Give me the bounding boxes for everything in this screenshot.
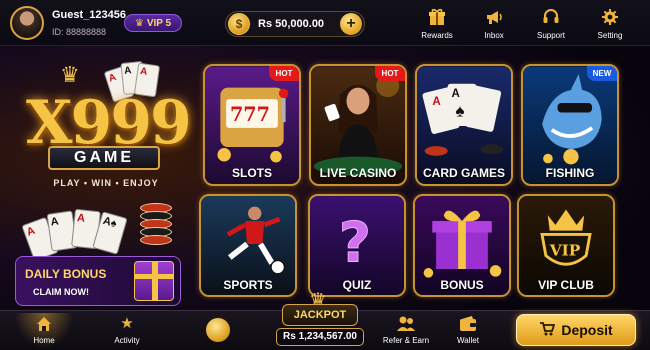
svg-text:♠: ♠	[455, 100, 464, 120]
username: Guest_123456	[52, 9, 126, 21]
jackpot-display[interactable]: ♛ JACKPOT Rs 1,234,567.00	[272, 290, 368, 348]
top-bar: Guest_123456 ID: 88888888 ♛ VIP 5 $ Rs 5…	[0, 0, 650, 46]
game-tile-slots[interactable]: 777 HOT SLOTS	[203, 64, 301, 186]
game-label-sports: SPORTS	[223, 278, 273, 292]
deposit-label: Deposit	[561, 322, 613, 338]
support-button[interactable]: Support	[526, 8, 576, 44]
daily-bonus-banner[interactable]: DAILY BONUS CLAIM NOW!	[15, 256, 181, 306]
balance-amount: Rs 50,000.00	[258, 18, 325, 30]
claim-now-label: CLAIM NOW!	[33, 287, 89, 297]
brand-logo: ♛ A A A X999 GAME PLAY • WIN • ENJOY A A…	[12, 58, 197, 262]
deposit-button[interactable]: Deposit	[516, 314, 636, 346]
vip-badge[interactable]: ♛ VIP 5	[124, 14, 182, 32]
avatar[interactable]	[10, 6, 44, 40]
cart-icon	[539, 321, 556, 340]
svg-text:A: A	[452, 88, 460, 100]
nav-activity[interactable]: ★ Activity	[97, 315, 157, 345]
game-tile-card-games[interactable]: A A ♠ CARD GAMES	[415, 64, 513, 186]
setting-button[interactable]: Setting	[585, 8, 635, 44]
hot-badge: HOT	[269, 66, 299, 81]
nav-refer-earn-label: Refer & Earn	[382, 336, 430, 345]
logo-subtitle: GAME	[48, 146, 160, 170]
megaphone-icon	[469, 8, 519, 28]
game-label-fishing: FISHING	[545, 166, 595, 180]
rewards-label: Rewards	[421, 31, 453, 40]
game-label-card-games: CARD GAMES	[422, 166, 505, 180]
hot-badge: HOT	[375, 66, 405, 81]
svg-text:777: 777	[230, 103, 270, 126]
jackpot-value: Rs 1,234,567.00	[276, 328, 364, 346]
svg-text:A: A	[432, 96, 440, 108]
wallet-icon	[438, 315, 498, 333]
new-badge: NEW	[587, 66, 617, 81]
cards-decoration-icon: A A A A♠	[21, 208, 137, 262]
gift-box-icon	[134, 261, 174, 301]
headset-icon	[526, 8, 576, 28]
nav-activity-label: Activity	[114, 336, 140, 345]
nav-wallet[interactable]: Wallet	[438, 315, 498, 345]
coin-icon[interactable]	[206, 318, 230, 342]
coin-icon: $	[228, 13, 250, 35]
app-screen: Guest_123456 ID: 88888888 ♛ VIP 5 $ Rs 5…	[0, 0, 650, 350]
logo-tagline: PLAY • WIN • ENJOY	[53, 178, 159, 188]
nav-wallet-label: Wallet	[457, 336, 479, 345]
game-tile-live-casino[interactable]: HOT LIVE CASINO	[309, 64, 407, 186]
game-tile-sports[interactable]: SPORTS	[199, 194, 297, 297]
vip-level: VIP 5	[146, 17, 172, 29]
crown-icon: ♛	[134, 17, 144, 29]
daily-bonus-title: DAILY BONUS	[25, 267, 107, 281]
user-id: ID: 88888888	[52, 27, 107, 37]
game-tile-fishing[interactable]: NEW FISHING	[521, 64, 619, 186]
inbox-button[interactable]: Inbox	[469, 8, 519, 44]
game-tile-quiz[interactable]: ? QUIZ	[308, 194, 406, 297]
game-label-live-casino: LIVE CASINO	[319, 166, 397, 180]
support-label: Support	[536, 31, 566, 40]
game-label-vip-club: VIP CLUB	[538, 278, 594, 292]
rewards-button[interactable]: Rewards	[412, 8, 462, 44]
balance-display: $ Rs 50,000.00 +	[225, 11, 365, 37]
svg-text:?: ?	[339, 210, 371, 275]
game-tile-bonus[interactable]: BONUS	[413, 194, 511, 297]
svg-text:VIP: VIP	[549, 242, 581, 260]
add-funds-button[interactable]: +	[340, 13, 362, 35]
setting-label: Setting	[597, 31, 623, 40]
home-icon	[14, 315, 74, 333]
users-icon	[376, 315, 436, 333]
jackpot-label: JACKPOT	[282, 304, 358, 326]
crown-icon: ♛	[60, 62, 80, 87]
gift-icon	[412, 8, 462, 28]
game-label-slots: SLOTS	[231, 166, 272, 180]
game-tile-vip-club[interactable]: VIP VIP CLUB	[517, 194, 615, 297]
nav-refer-earn[interactable]: Refer & Earn	[376, 315, 436, 345]
chips-decoration-icon	[132, 193, 180, 253]
gear-icon	[585, 8, 635, 28]
star-icon: ★	[120, 315, 134, 332]
nav-home-label: Home	[33, 336, 55, 345]
game-label-bonus: BONUS	[440, 278, 484, 292]
nav-home[interactable]: Home	[14, 315, 74, 345]
inbox-label: Inbox	[484, 31, 504, 40]
